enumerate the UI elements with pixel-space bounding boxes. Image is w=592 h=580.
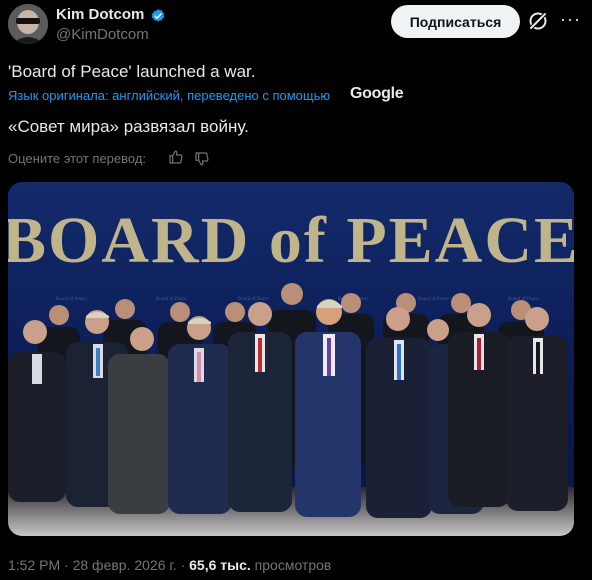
svg-text:Board of Peace: Board of Peace (156, 297, 187, 302)
views-label: просмотров (250, 557, 332, 573)
tweet-photo[interactable]: Board of Peace Board of Peace Board of P… (8, 182, 574, 536)
google-logo: Google (350, 85, 404, 102)
separator-dot: · (176, 557, 190, 573)
tweet-timestamp[interactable]: 1:52 PM · 28 февр. 2026 г. · 65,6 тыс. п… (8, 557, 331, 573)
views-count: 65,6 тыс. (189, 557, 251, 573)
thumb-up-icon[interactable] (168, 149, 184, 165)
thumb-down-icon[interactable] (194, 151, 210, 167)
display-name[interactable]: Kim Dotcom (56, 6, 144, 23)
rate-translation-label: Оцените этот перевод: (8, 151, 147, 166)
svg-text:Board of Peace: Board of Peace (238, 297, 269, 302)
group-photo: Board of Peace Board of Peace Board of P… (8, 182, 574, 536)
grok-icon[interactable] (525, 8, 551, 34)
avatar-image (8, 4, 48, 44)
more-icon[interactable]: ··· (560, 10, 584, 32)
tweet-text: 'Board of Peace' launched a war. (8, 62, 256, 81)
svg-text:Board of Peace: Board of Peace (418, 297, 449, 302)
separator-dot: · (60, 557, 73, 573)
avatar[interactable] (8, 4, 48, 44)
handle[interactable]: @KimDotcom (56, 26, 149, 43)
translated-text: «Совет мира» развязал войну. (8, 117, 249, 136)
date: 28 февр. 2026 г. (72, 557, 177, 573)
photo-banner-text: BOARD of PEACE (8, 204, 574, 277)
time: 1:52 PM (8, 557, 61, 573)
subscribe-button[interactable]: Подписаться (391, 5, 520, 38)
verified-badge-icon (151, 9, 165, 22)
svg-text:Board of Peace: Board of Peace (56, 297, 87, 302)
translation-note-link[interactable]: Язык оригинала: английский, переведено с… (8, 88, 330, 103)
